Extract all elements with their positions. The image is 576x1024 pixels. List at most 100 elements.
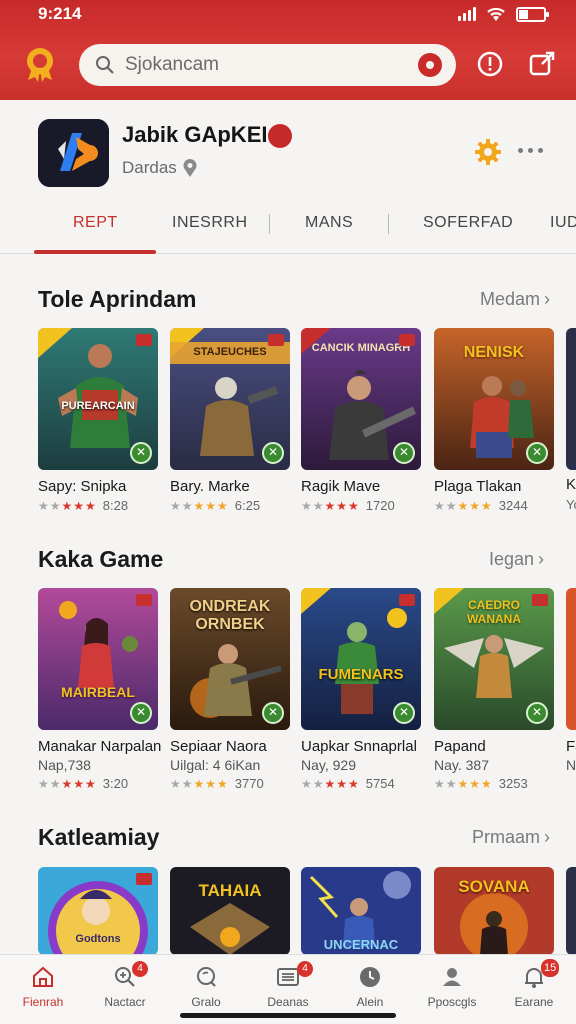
tab-divider (388, 214, 389, 234)
search-input[interactable] (125, 54, 405, 76)
chevron-right-icon: › (538, 549, 545, 569)
card-title: Manakar Narpalan (38, 738, 162, 755)
game-card[interactable]: CANCIK MINAGRH Ragik Mave ★★★★★ 1720 (301, 328, 421, 513)
install-badge-icon (262, 442, 284, 464)
section-more-link[interactable]: Iegan › (489, 549, 544, 570)
game-card[interactable]: SOVANA (434, 867, 554, 955)
chevron-right-icon: › (544, 827, 551, 847)
corner-badge-icon (399, 334, 415, 346)
corner-badge-icon (399, 594, 415, 606)
section-more-link[interactable]: Prmaam › (472, 827, 550, 848)
clock-icon (360, 967, 380, 987)
thumb-label: FUMENARS (318, 666, 404, 683)
game-thumbnail-partial[interactable] (566, 867, 576, 955)
corner-badge-icon (532, 594, 548, 606)
card-title: Bary. Marke (170, 478, 250, 495)
game-card[interactable]: TAHAIA (170, 867, 290, 955)
game-card[interactable]: STAJEUCHES Bary. Marke ★★★★★ 6:25 (170, 328, 290, 513)
game-card[interactable]: Godtons (38, 867, 158, 955)
game-thumbnail: STAJEUCHES (170, 328, 290, 470)
star-rating-icon: ★★★★★ (38, 498, 97, 513)
game-card[interactable]: CAEDRO WANANA Papand Nay. 387 ★★★★★ 3253 (434, 588, 554, 791)
app-subtitle: Dardas (122, 158, 177, 177)
card-title: Uapkar Snnaprlal (301, 738, 417, 755)
card-rating: ★★★★★ 3:20 (38, 776, 129, 791)
card-title: Sepiaar Naora (170, 738, 267, 755)
thumb-label: NENISK (463, 344, 525, 361)
game-card[interactable]: NENISK Plaga Tlakan ★★★★★ 3244 (434, 328, 554, 513)
more-options-icon[interactable] (518, 148, 543, 153)
game-thumbnail: FUMENARS (301, 588, 421, 730)
nav-label: Earane (514, 995, 554, 1009)
install-badge-icon (262, 702, 284, 724)
game-thumbnail: CAEDRO WANANA (434, 588, 554, 730)
gear-icon[interactable] (474, 138, 502, 166)
card-rating: ★★★★★ 1720 (301, 498, 395, 513)
signal-icon (458, 7, 476, 21)
card-title: Fa (566, 738, 576, 755)
star-rating-icon: ★★★★★ (170, 498, 229, 513)
award-badge-icon[interactable] (24, 46, 56, 82)
wifi-icon (487, 7, 505, 21)
install-badge-icon (393, 442, 415, 464)
tab-rept[interactable]: REPT (73, 214, 118, 232)
top-app-bar: 9:214 (0, 0, 576, 100)
card-rating: ★★★★★ 5754 (301, 776, 395, 791)
game-thumbnail: Godtons (38, 867, 158, 955)
tab-iud[interactable]: IUD (550, 214, 576, 232)
install-badge-icon (130, 702, 152, 724)
card-subtitle: Nay, 929 (301, 757, 356, 773)
nav-item-pposcgls[interactable]: Pposcgls (411, 955, 493, 1024)
game-card[interactable]: MAIRBEAL Manakar Narpalan Nap,738 ★★★★★ … (38, 588, 162, 791)
game-thumbnail: MAIRBEAL (38, 588, 158, 730)
card-title: Sapy: Snipka (38, 478, 127, 495)
thumb-label: CAEDRO WANANA (467, 598, 521, 626)
game-card[interactable]: UNCERNAC (301, 867, 421, 955)
voice-search-icon[interactable] (418, 53, 442, 77)
star-rating-icon: ★★★★★ (434, 498, 493, 513)
card-rating: ★★★★★ 8:28 (38, 498, 129, 513)
game-thumbnail: PUREARCAIN (38, 328, 158, 470)
share-icon[interactable] (528, 50, 556, 78)
thumb-label: UNCERNAC (323, 937, 399, 952)
magnifier-icon (197, 967, 216, 987)
game-card[interactable]: PUREARCAIN Sapy: Snipka ★★★★★ 8:28 (38, 328, 158, 513)
corner-badge-icon (136, 873, 152, 885)
thumb-label: STAJEUCHES (193, 346, 267, 358)
nav-label: Nactacr (104, 995, 146, 1009)
nav-label: Fienrah (22, 995, 64, 1009)
section-more-link[interactable]: Medam › (480, 289, 550, 310)
star-rating-icon: ★★★★★ (434, 776, 493, 791)
card-rating: ★★★★★ 3253 (434, 776, 528, 791)
chevron-right-icon: › (544, 289, 551, 309)
app-name: Jabik GApKEI (122, 122, 268, 147)
tab-bar: REPT INESRRH MANS SOFERFAD IUD (0, 200, 576, 254)
search-bar[interactable] (79, 44, 456, 86)
notification-badge: 15 (541, 959, 560, 977)
notification-badge: 4 (297, 961, 313, 977)
thumb-label: MAIRBEAL (61, 684, 135, 700)
home-indicator[interactable] (180, 1013, 396, 1018)
home-icon (33, 966, 53, 987)
thumb-label: SOVANA (458, 877, 530, 896)
game-card[interactable]: FUMENARS Uapkar Snnaprlal Nay, 929 ★★★★★… (301, 588, 421, 791)
app-icon[interactable] (38, 119, 109, 187)
nav-item-nactacr[interactable]: 4 Nactacr (84, 955, 166, 1024)
status-time: 9:214 (38, 4, 82, 23)
alert-icon[interactable] (476, 50, 504, 78)
verified-icon (268, 124, 292, 148)
game-thumbnail-partial[interactable] (566, 328, 576, 470)
section-title: Tole Aprindam (38, 286, 197, 312)
card-rating: ★★★★★ 3244 (434, 498, 528, 513)
nav-label: Alein (356, 995, 384, 1009)
game-card[interactable]: ONDREAK ORNBEK Sepiaar Naora Uilgal: 4 6… (170, 588, 290, 791)
nav-item-home[interactable]: Fienrah (2, 955, 84, 1024)
game-thumbnail-partial[interactable] (566, 588, 576, 730)
corner-badge-icon (136, 594, 152, 606)
nav-item-earane[interactable]: 15 Earane (493, 955, 575, 1024)
tab-divider (269, 214, 270, 234)
tab-mans[interactable]: MANS (305, 214, 353, 232)
tab-inesrrh[interactable]: INESRRH (172, 214, 248, 232)
active-tab-indicator (34, 250, 156, 254)
tab-soferfad[interactable]: SOFERFAD (423, 214, 513, 232)
